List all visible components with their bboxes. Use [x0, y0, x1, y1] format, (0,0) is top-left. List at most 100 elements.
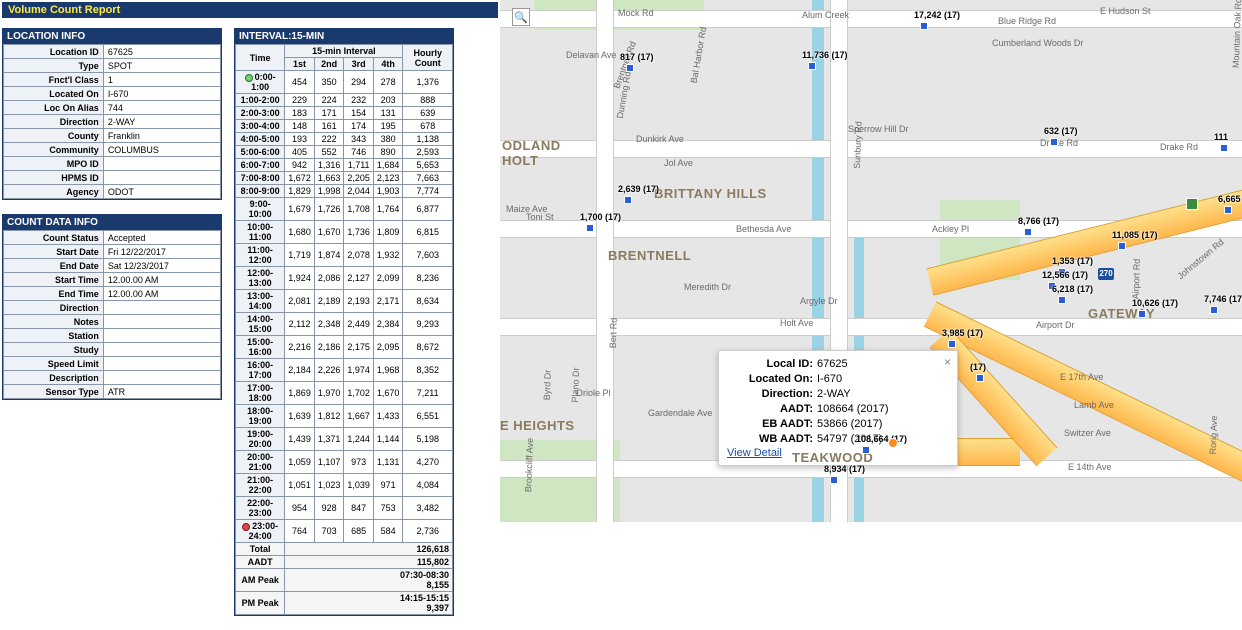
street-label: Blue Ridge Rd	[998, 16, 1056, 26]
street-label: Bethesda Ave	[736, 224, 791, 234]
location-info-header: LOCATION INFO	[3, 29, 221, 44]
info-row: Count StatusAccepted	[4, 231, 221, 245]
interval-row: 23:00-24:007647036855842,736	[236, 520, 453, 543]
selected-marker[interactable]	[888, 438, 898, 448]
count-marker[interactable]	[862, 446, 870, 454]
street-label: Gardendale Ave	[648, 408, 712, 418]
info-row: Located OnI-670	[4, 87, 221, 101]
street-label: Bal Harbor Rd	[689, 26, 709, 84]
count-marker-label: 11,085 (17)	[1112, 230, 1158, 240]
count-marker-label: 108,664 (17)	[856, 434, 907, 444]
info-row: Fnct'l Class1	[4, 73, 221, 87]
map[interactable]: 🔍 270 × Local ID:67625Located On:I-670Di…	[500, 0, 1242, 522]
count-marker[interactable]	[1224, 206, 1232, 214]
view-detail-link[interactable]: View Detail	[727, 447, 782, 459]
count-marker-label: 3,985 (17)	[942, 328, 983, 338]
summary-row: AM Peak07:30-08:30 8,155	[236, 569, 453, 592]
count-marker-label: 111	[1214, 132, 1228, 142]
street-label: Meredith Dr	[684, 282, 731, 292]
street-label: Airport Dr	[1036, 320, 1075, 330]
street-label: Dunkirk Ave	[636, 134, 684, 144]
plus-icon: 🔍	[514, 11, 528, 24]
count-marker-label: 2,639 (17)	[618, 184, 659, 194]
zoom-in-button[interactable]: 🔍	[512, 8, 530, 26]
count-marker-label: 10,626 (17)	[1132, 298, 1178, 308]
street-label: Johnstown Rd	[1175, 237, 1225, 281]
count-marker[interactable]	[1050, 138, 1058, 146]
count-marker-label: 11,736 (17)	[802, 50, 848, 60]
count-marker[interactable]	[830, 476, 838, 484]
count-marker[interactable]	[948, 340, 956, 348]
street-label: Airport Rd	[1131, 259, 1142, 300]
street-label: Maize Ave	[506, 204, 547, 214]
count-marker[interactable]	[624, 196, 632, 204]
info-row: Direction2-WAY	[4, 115, 221, 129]
info-row: MPO ID	[4, 157, 221, 171]
info-row: CommunityCOLUMBUS	[4, 143, 221, 157]
street-label: Brookcliff Ave	[523, 438, 535, 493]
street-label: Argyle Dr	[800, 296, 838, 306]
street-label: Cumberland Woods Dr	[992, 38, 1083, 48]
map-popup: × Local ID:67625Located On:I-670Directio…	[718, 350, 958, 466]
info-row: HPMS ID	[4, 171, 221, 185]
info-row: Loc On Alias744	[4, 101, 221, 115]
count-marker-label: 8,766 (17)	[1018, 216, 1059, 226]
popup-row: WB AADT:54797 (2017)	[727, 432, 949, 447]
info-row: Start DateFri 12/22/2017	[4, 245, 221, 259]
street-label: Lamb Ave	[1074, 400, 1114, 410]
interval-row: 6:00-7:009421,3161,7111,6845,653	[236, 159, 453, 172]
street-label: Holt Ave	[780, 318, 813, 328]
info-row: Direction	[4, 301, 221, 315]
count-marker-label: 6,665	[1218, 194, 1241, 204]
interval-row: 22:00-23:009549288477533,482	[236, 497, 453, 520]
interval-box: INTERVAL:15-MIN Time15-min IntervalHourl…	[234, 28, 454, 616]
count-marker[interactable]	[1210, 306, 1218, 314]
street-label: Plano Dr	[570, 367, 581, 402]
popup-row: EB AADT:53866 (2017)	[727, 417, 949, 432]
info-row: Description	[4, 371, 221, 385]
count-marker-label: 8,934 (17)	[824, 464, 865, 474]
popup-row: Direction:2-WAY	[727, 387, 949, 402]
street-label: Mountain Oak Rd	[1231, 0, 1242, 68]
count-marker[interactable]	[626, 64, 634, 72]
count-marker[interactable]	[920, 22, 928, 30]
play-icon[interactable]	[245, 74, 253, 82]
summary-row: Total126,618	[236, 543, 453, 556]
interval-row: 21:00-22:001,0511,0231,0399714,084	[236, 474, 453, 497]
count-marker-label: 17,242 (17)	[914, 10, 960, 20]
count-marker-label: (17)	[970, 362, 986, 372]
street-label: Oriole Pl	[576, 388, 611, 398]
count-marker[interactable]	[1024, 228, 1032, 236]
interval-row: 4:00-5:001932223433801,138	[236, 133, 453, 146]
count-data-info-box: COUNT DATA INFO Count StatusAcceptedStar…	[2, 214, 222, 400]
interval-row: 10:00-11:001,6801,6701,7361,8096,815	[236, 221, 453, 244]
count-marker-label: 7,746 (17)	[1204, 294, 1242, 304]
count-marker[interactable]	[1138, 310, 1146, 318]
location-info-box: LOCATION INFO Location ID67625TypeSPOTFn…	[2, 28, 222, 200]
street-label: Byrd Dr	[542, 370, 553, 401]
info-row: Location ID67625	[4, 45, 221, 59]
count-marker[interactable]	[586, 224, 594, 232]
info-row: TypeSPOT	[4, 59, 221, 73]
report-panel: Volume Count Report LOCATION INFO Locati…	[0, 0, 500, 522]
count-marker[interactable]	[1220, 144, 1228, 152]
neighborhood-label: BRENTNELL	[608, 248, 691, 263]
count-data-info-header: COUNT DATA INFO	[3, 215, 221, 230]
interval-row: 11:00-12:001,7191,8742,0781,9327,603	[236, 244, 453, 267]
neighborhood-label: BRITTANY HILLS	[654, 186, 767, 201]
count-marker[interactable]	[1058, 296, 1066, 304]
close-icon[interactable]: ×	[944, 355, 951, 369]
interval-row: 9:00-10:001,6791,7261,7081,7646,877	[236, 198, 453, 221]
count-marker[interactable]	[976, 374, 984, 382]
count-marker[interactable]	[808, 62, 816, 70]
street-label: E 17th Ave	[1060, 372, 1103, 382]
street-label: Drake Rd	[1040, 138, 1078, 148]
street-label: Delavan Ave	[566, 50, 616, 60]
interval-row: 3:00-4:00148161174195678	[236, 120, 453, 133]
neighborhood-label: ODLAND HOLT	[502, 138, 561, 168]
count-marker[interactable]	[1118, 242, 1126, 250]
record-icon[interactable]	[242, 523, 250, 531]
info-row: AgencyODOT	[4, 185, 221, 199]
interval-row: 12:00-13:001,9242,0862,1272,0998,236	[236, 267, 453, 290]
interval-row: 18:00-19:001,6391,8121,6671,4336,551	[236, 405, 453, 428]
